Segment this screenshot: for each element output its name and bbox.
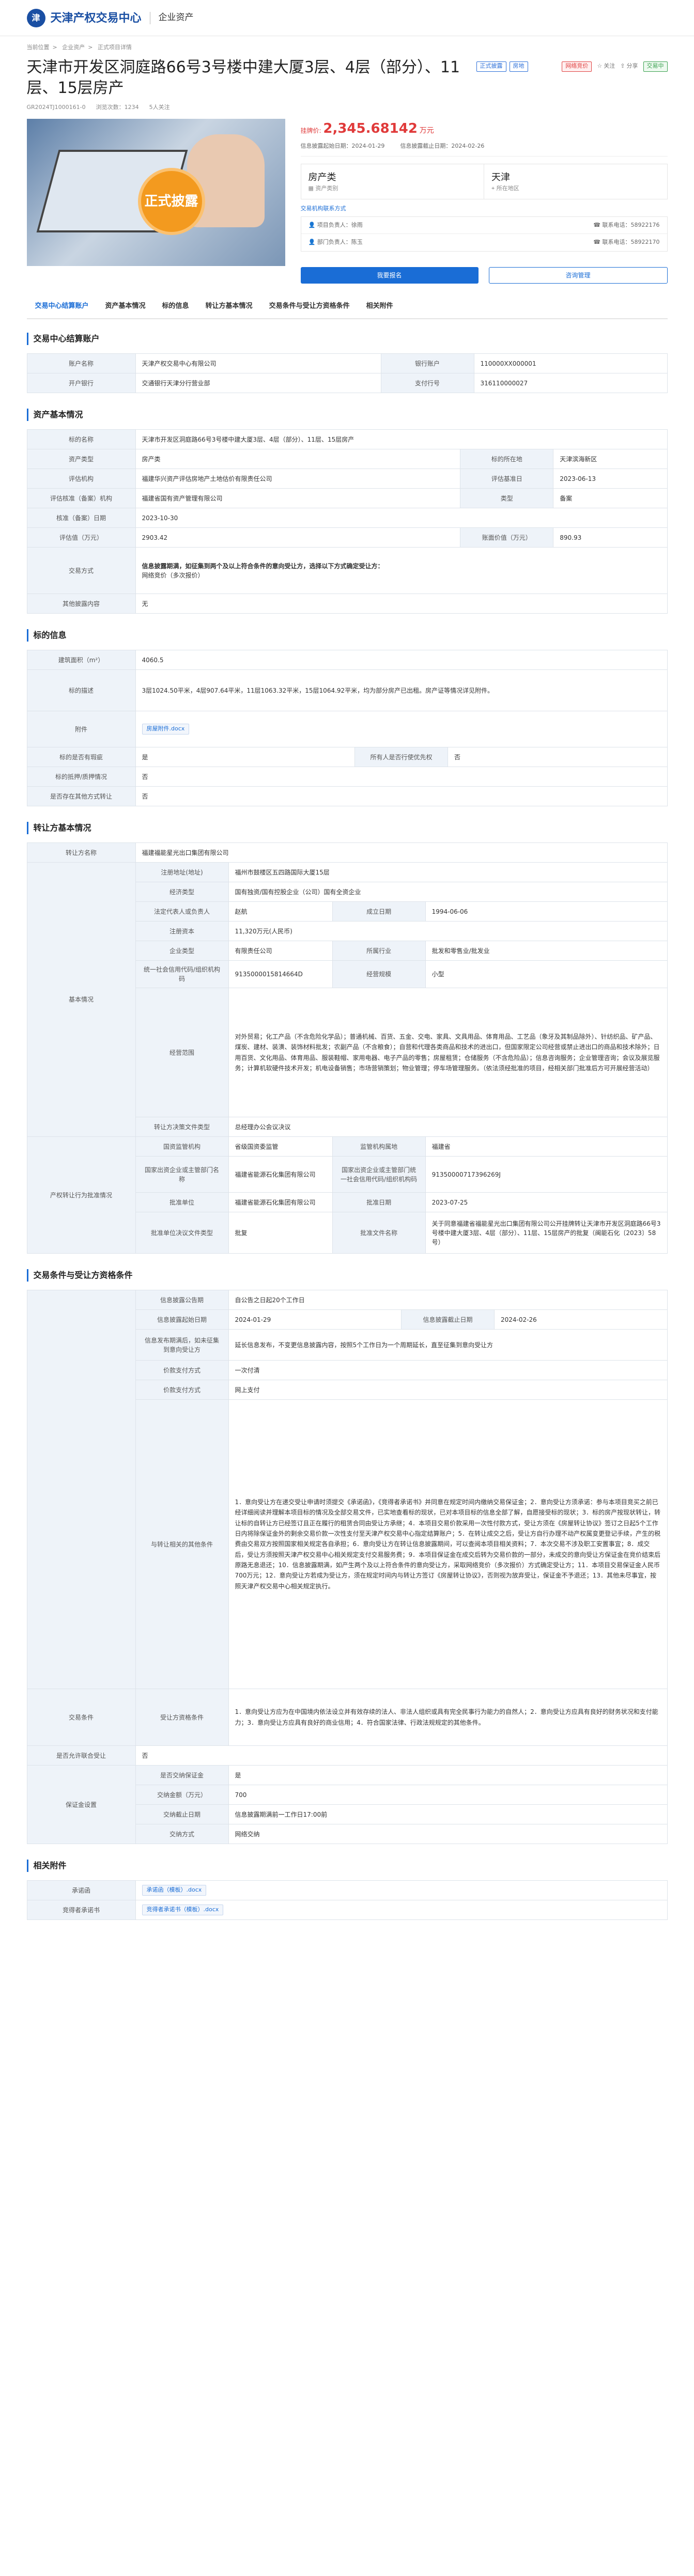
disclosure-end-date: 信息披露截止日期：2024-02-26 <box>400 143 485 149</box>
table-row: 标的名称 天津市开发区洞庭路66号3号楼中建大厦3层、4层（部分）、11层、15层… <box>26 429 668 449</box>
table-row: 标的是否有瑕疵是所有人是否行使优先权否 <box>26 747 668 767</box>
asset-table: 标的名称 天津市开发区洞庭路66号3号楼中建大厦3层、4层（部分）、11层、15层… <box>26 429 668 614</box>
trading-status-badge: 交易中 <box>643 61 668 72</box>
header-section-name: 企业资产 <box>158 12 194 23</box>
tab-account[interactable]: 交易中心结算账户 <box>35 297 89 316</box>
price-unit: 万元 <box>419 127 434 135</box>
table-row: 竞得者承诺书 竞得者承诺书（模板）.docx <box>26 1900 668 1920</box>
section-title-account: 交易中心结算账户 <box>26 333 668 345</box>
breadcrumb-item: 正式项目详情 <box>97 44 132 51</box>
share-button[interactable]: ⇪ 分享 <box>620 62 638 71</box>
phone-icon: ☎ <box>593 221 603 228</box>
account-table: 账户名称 天津产权交易中心有限公司 银行账户 110000XX000001 开户银行… <box>26 353 668 393</box>
type-tag: 房地 <box>509 61 528 72</box>
tab-asset[interactable]: 资产基本情况 <box>105 297 146 316</box>
tab-transferor[interactable]: 转让方基本情况 <box>206 297 253 316</box>
main-container: 当前位置 > 企业资产 > 正式项目详情 天津市开发区洞庭路66号3号楼中建大厦3层… <box>26 36 668 1956</box>
table-row: 承诺函 承诺函（模板）.docx <box>26 1880 668 1900</box>
section-title-subject: 标的信息 <box>26 629 668 642</box>
person-icon: 👤 <box>308 239 317 245</box>
asset-category-card: 房产类 ▦ 资产类别 <box>301 164 484 199</box>
table-row: 交易条件 受让方资格条件 1．意向受让方应为在中国境内依法设立并有效存续的法人、非法… <box>26 1689 668 1746</box>
follow-button[interactable]: ☆ 关注 <box>597 62 615 71</box>
phone-icon: ☎ <box>593 239 603 245</box>
table-row: 评估值（万元） 2903.42 账面价值（万元） 890.93 <box>26 527 668 548</box>
transferor-table: 转让方名称 福建福能星光出口集团有限公司 基本情况 注册地址(地址) 福州市鼓楼区五四… <box>26 842 668 1254</box>
table-row: 交易方式 信息披露期满，如征集到两个及以上符合条件的意向受让方，选择以下方式确定受… <box>26 547 668 594</box>
person-icon: 👤 <box>308 221 317 228</box>
listing-price: 2,345.68142 <box>323 121 418 136</box>
site-logo-text[interactable]: 天津产权交易中心 <box>51 10 142 27</box>
attachment-link[interactable]: 承诺函（模板）.docx <box>142 1885 207 1896</box>
table-row: 转让方名称 福建福能星光出口集团有限公司 <box>26 842 668 863</box>
disclosure-badge: 正式披露 <box>137 168 205 235</box>
section-title-attachments: 相关附件 <box>26 1860 668 1872</box>
logo-icon[interactable]: 津 <box>26 9 45 27</box>
star-icon: ☆ <box>597 63 603 70</box>
table-row: 建筑面积（m²） 4060.5 <box>26 650 668 670</box>
tab-attachments[interactable]: 相关附件 <box>366 297 393 316</box>
follow-count: 5人关注 <box>149 103 170 111</box>
table-row: 产权转让行为批准情况 国资监管机构 省级国资委监管 监管机构属地 福建省 <box>26 1136 668 1254</box>
table-row: 是否存在其他方式转让否 <box>26 786 668 806</box>
tab-conditions[interactable]: 交易条件与受让方资格条件 <box>269 297 350 316</box>
breadcrumb-item: 当前位置 <box>26 44 50 51</box>
table-row: 保证金设置 是否交纳保证金是 <box>26 1765 668 1844</box>
attachments-table: 承诺函 承诺函（模板）.docx 竞得者承诺书 竞得者承诺书（模板）.docx <box>26 1880 668 1920</box>
site-header: 津 天津产权交易中心 企业资产 <box>0 0 694 36</box>
conditions-table: 信息披露公告期 自公告之日起20个工作日 信息披露起始日期 2024-01-29 信息… <box>26 1290 668 1844</box>
consult-button[interactable]: 咨询管理 <box>488 267 668 284</box>
section-tabs: 交易中心结算账户 资产基本情况 标的信息 转让方基本情况 交易条件与受让方资格条… <box>26 294 668 319</box>
project-code: GR2024TJ1000161-0 <box>26 103 86 111</box>
category-icon: ▦ <box>308 184 316 192</box>
table-row: 开户银行 交通银行天津分行营业部 支付行号 316110000027 <box>26 373 668 393</box>
table-row: 标的抵押/质押情况否 <box>26 767 668 787</box>
location-icon: ⌖ <box>491 184 497 192</box>
region-card: 天津 ⌖ 所在地区 <box>491 171 519 192</box>
table-row: 资产类型 房产类 标的所在地 天津滨海新区 <box>26 449 668 469</box>
table-row: 评估核准（备案）机构 福建省国有资产管理有限公司 类型 备案 <box>26 488 668 508</box>
section-title-conditions: 交易条件与受让方资格条件 <box>26 1269 668 1282</box>
overview-block: 正式披露 挂牌价: 2,345.68142 万元 信息披露起始日期：2024-0… <box>26 119 668 284</box>
section-title-asset: 资产基本情况 <box>26 409 668 421</box>
breadcrumb-item[interactable]: 企业资产 <box>62 44 85 51</box>
signup-button[interactable]: 我要报名 <box>300 267 479 284</box>
price-label: 挂牌价: <box>300 127 321 134</box>
page-title: 天津市开发区洞庭路66号3号楼中建大厦3层、4层（部分）、11层、15层房产 <box>26 58 460 98</box>
status-tag: 正式披露 <box>476 61 506 72</box>
project-info: 挂牌价: 2,345.68142 万元 信息披露起始日期：2024-01-29 … <box>300 119 668 284</box>
section-title-transferor: 转让方基本情况 <box>26 822 668 834</box>
share-icon: ⇪ <box>620 63 625 70</box>
info-cards: 房产类 ▦ 资产类别 天津 ⌖ 所在地区 <box>300 163 668 199</box>
project-image: 正式披露 <box>26 119 285 266</box>
table-row: 账户名称 天津产权交易中心有限公司 银行账户 110000XX000001 <box>26 353 668 373</box>
contact-row: 👤 部门负责人：陈玉 ☎ 联系电话：58922170 <box>308 239 660 245</box>
attachment-link[interactable]: 房屋附件.docx <box>142 724 190 735</box>
method-tag: 网络竞价 <box>562 61 592 72</box>
table-row: 基本情况 注册地址(地址) 福州市鼓楼区五四路国际大厦15层 <box>26 862 668 1137</box>
org-contact-link[interactable]: 交易机构联系方式 <box>301 205 668 213</box>
subject-table: 建筑面积（m²） 4060.5 标的描述 3层1024.50平米，4层907.64平… <box>26 650 668 806</box>
table-row: 核准（备案）日期 2023-10-30 <box>26 508 668 528</box>
contact-row: 👤 项目负责人：徐雨 ☎ 联系电话：58922176 <box>301 217 667 234</box>
contacts-box: 👤 项目负责人：徐雨 ☎ 联系电话：58922176 👤 部门负责人：陈玉 ☎ … <box>300 216 668 252</box>
table-row: 标的描述 3层1024.50平米，4层907.64平米，11层1063.32平米，… <box>26 669 668 711</box>
table-row: 附件 房屋附件.docx <box>26 711 668 747</box>
breadcrumb: 当前位置 > 企业资产 > 正式项目详情 <box>26 44 132 51</box>
table-row: 信息披露公告期 自公告之日起20个工作日 <box>26 1290 668 1689</box>
project-subinfo: GR2024TJ1000161-0 浏览次数：1234 5人关注 <box>27 103 668 112</box>
table-row: 其他披露内容无 <box>26 594 668 614</box>
table-row: 评估机构 福建华兴资产评估房地产土地估价有限责任公司 评估基准日 2023-06-13 <box>26 469 668 489</box>
title-row: 天津市开发区洞庭路66号3号楼中建大厦3层、4层（部分）、11层、15层房产 正… <box>27 57 668 99</box>
view-count: 浏览次数：1234 <box>96 103 139 111</box>
disclosure-start-date: 信息披露起始日期：2024-01-29 <box>300 143 385 149</box>
attachment-link[interactable]: 竞得者承诺书（模板）.docx <box>142 1904 224 1915</box>
table-row: 是否允许联合受让否 <box>26 1745 668 1766</box>
tab-subject[interactable]: 标的信息 <box>162 297 189 316</box>
